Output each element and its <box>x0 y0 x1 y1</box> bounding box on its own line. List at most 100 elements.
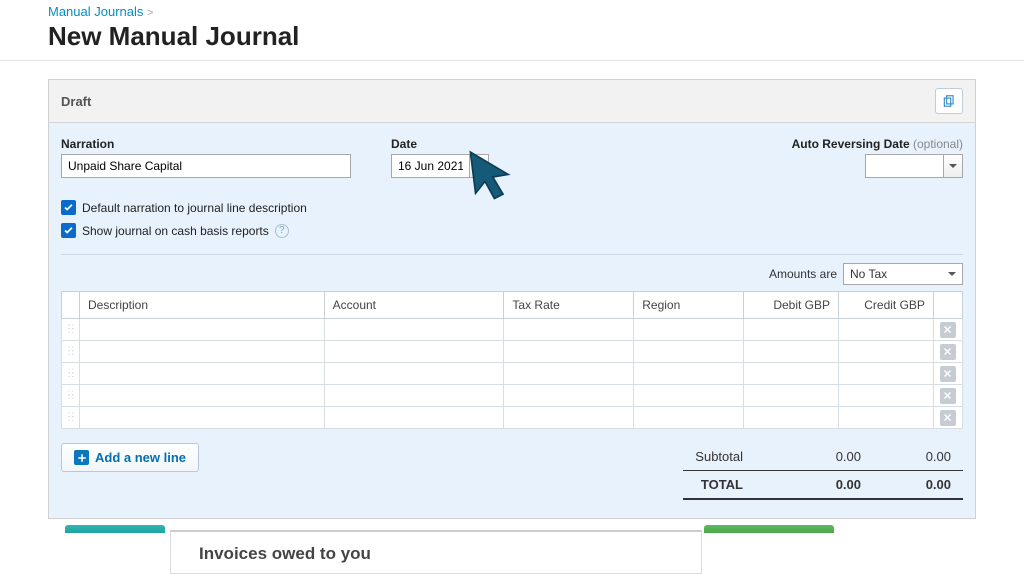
totals-area: Subtotal 0.00 0.00 TOTAL 0.00 0.00 <box>683 443 963 500</box>
drag-handle[interactable]: ∷∷ <box>62 341 80 363</box>
table-row: ∷∷ <box>62 363 963 385</box>
cell-region[interactable] <box>634 363 744 385</box>
date-input[interactable] <box>391 154 469 178</box>
date-field: Date <box>391 137 489 178</box>
col-region: Region <box>634 292 744 319</box>
delete-row-button[interactable] <box>940 344 956 360</box>
cell-credit[interactable] <box>839 341 934 363</box>
cell-credit[interactable] <box>839 363 934 385</box>
col-tax-rate: Tax Rate <box>504 292 634 319</box>
cell-description[interactable] <box>79 363 324 385</box>
page-title: New Manual Journal <box>48 21 976 52</box>
date-dropdown-arrow[interactable] <box>469 154 489 178</box>
subtotal-label: Subtotal <box>683 443 783 471</box>
auto-reverse-label: Auto Reversing Date (optional) <box>792 137 963 151</box>
cell-debit[interactable] <box>744 407 839 429</box>
col-credit: Credit GBP <box>839 292 934 319</box>
show-cash-basis-label: Show journal on cash basis reports <box>82 224 269 238</box>
amounts-are-select[interactable]: No Tax <box>843 263 963 285</box>
col-account: Account <box>324 292 504 319</box>
drag-handle[interactable]: ∷∷ <box>62 407 80 429</box>
auto-reverse-input[interactable] <box>865 154 943 178</box>
delete-row-button[interactable] <box>940 410 956 426</box>
cell-account[interactable] <box>324 407 504 429</box>
cell-delete <box>933 319 962 341</box>
col-handle <box>62 292 80 319</box>
cell-debit[interactable] <box>744 319 839 341</box>
cell-delete <box>933 385 962 407</box>
date-label: Date <box>391 137 489 151</box>
amounts-are-value: No Tax <box>850 267 887 281</box>
cell-tax-rate[interactable] <box>504 319 634 341</box>
teal-button-partial <box>65 525 165 533</box>
delete-row-button[interactable] <box>940 322 956 338</box>
green-button-partial <box>704 525 834 533</box>
cell-delete <box>933 341 962 363</box>
cell-tax-rate[interactable] <box>504 407 634 429</box>
checkbox-checked-icon <box>61 200 76 215</box>
card-status-title: Draft <box>61 94 91 109</box>
journal-lines-table: Description Account Tax Rate Region Debi… <box>61 291 963 429</box>
delete-row-button[interactable] <box>940 388 956 404</box>
total-credit: 0.00 <box>873 471 963 500</box>
card-header: Draft <box>49 80 975 123</box>
cell-debit[interactable] <box>744 385 839 407</box>
add-line-button[interactable]: Add a new line <box>61 443 199 472</box>
journal-card: Draft Narration Date <box>48 79 976 519</box>
cell-tax-rate[interactable] <box>504 363 634 385</box>
cell-delete <box>933 363 962 385</box>
cell-debit[interactable] <box>744 363 839 385</box>
cell-tax-rate[interactable] <box>504 385 634 407</box>
cell-credit[interactable] <box>839 319 934 341</box>
cell-debit[interactable] <box>744 341 839 363</box>
help-icon[interactable]: ? <box>275 224 289 238</box>
narration-label: Narration <box>61 137 351 151</box>
table-row: ∷∷ <box>62 341 963 363</box>
cell-account[interactable] <box>324 319 504 341</box>
drag-handle[interactable]: ∷∷ <box>62 319 80 341</box>
cell-description[interactable] <box>79 407 324 429</box>
card-body: Narration Date Auto Reversing Date (opti… <box>49 123 975 518</box>
cell-region[interactable] <box>634 407 744 429</box>
breadcrumb: Manual Journals > <box>48 0 976 19</box>
narration-input[interactable] <box>61 154 351 178</box>
cell-region[interactable] <box>634 341 744 363</box>
col-delete <box>933 292 962 319</box>
invoices-panel: Invoices owed to you <box>170 530 702 574</box>
cell-account[interactable] <box>324 363 504 385</box>
cell-account[interactable] <box>324 385 504 407</box>
amounts-are-label: Amounts are <box>769 267 837 281</box>
table-row: ∷∷ <box>62 385 963 407</box>
breadcrumb-parent-link[interactable]: Manual Journals <box>48 4 143 19</box>
cell-region[interactable] <box>634 385 744 407</box>
cell-description[interactable] <box>79 341 324 363</box>
breadcrumb-sep: > <box>147 7 153 19</box>
total-label: TOTAL <box>683 471 783 500</box>
drag-handle[interactable]: ∷∷ <box>62 385 80 407</box>
table-row: ∷∷ <box>62 319 963 341</box>
default-narration-check[interactable]: Default narration to journal line descri… <box>61 200 963 215</box>
delete-row-button[interactable] <box>940 366 956 382</box>
default-narration-label: Default narration to journal line descri… <box>82 201 307 215</box>
cell-description[interactable] <box>79 319 324 341</box>
cell-description[interactable] <box>79 385 324 407</box>
section-divider <box>61 254 963 255</box>
add-line-label: Add a new line <box>95 450 186 465</box>
cell-region[interactable] <box>634 319 744 341</box>
cell-delete <box>933 407 962 429</box>
checkbox-checked-icon <box>61 223 76 238</box>
cell-credit[interactable] <box>839 407 934 429</box>
drag-handle[interactable]: ∷∷ <box>62 363 80 385</box>
copy-button[interactable] <box>935 88 963 114</box>
copy-icon <box>942 94 956 108</box>
cell-tax-rate[interactable] <box>504 341 634 363</box>
hr <box>0 60 1024 61</box>
auto-reverse-dropdown-arrow[interactable] <box>943 154 963 178</box>
show-cash-basis-check[interactable]: Show journal on cash basis reports ? <box>61 223 963 238</box>
subtotal-debit: 0.00 <box>783 443 873 471</box>
cell-credit[interactable] <box>839 385 934 407</box>
table-row: ∷∷ <box>62 407 963 429</box>
cell-account[interactable] <box>324 341 504 363</box>
auto-reverse-field: Auto Reversing Date (optional) <box>792 137 963 178</box>
subtotal-credit: 0.00 <box>873 443 963 471</box>
